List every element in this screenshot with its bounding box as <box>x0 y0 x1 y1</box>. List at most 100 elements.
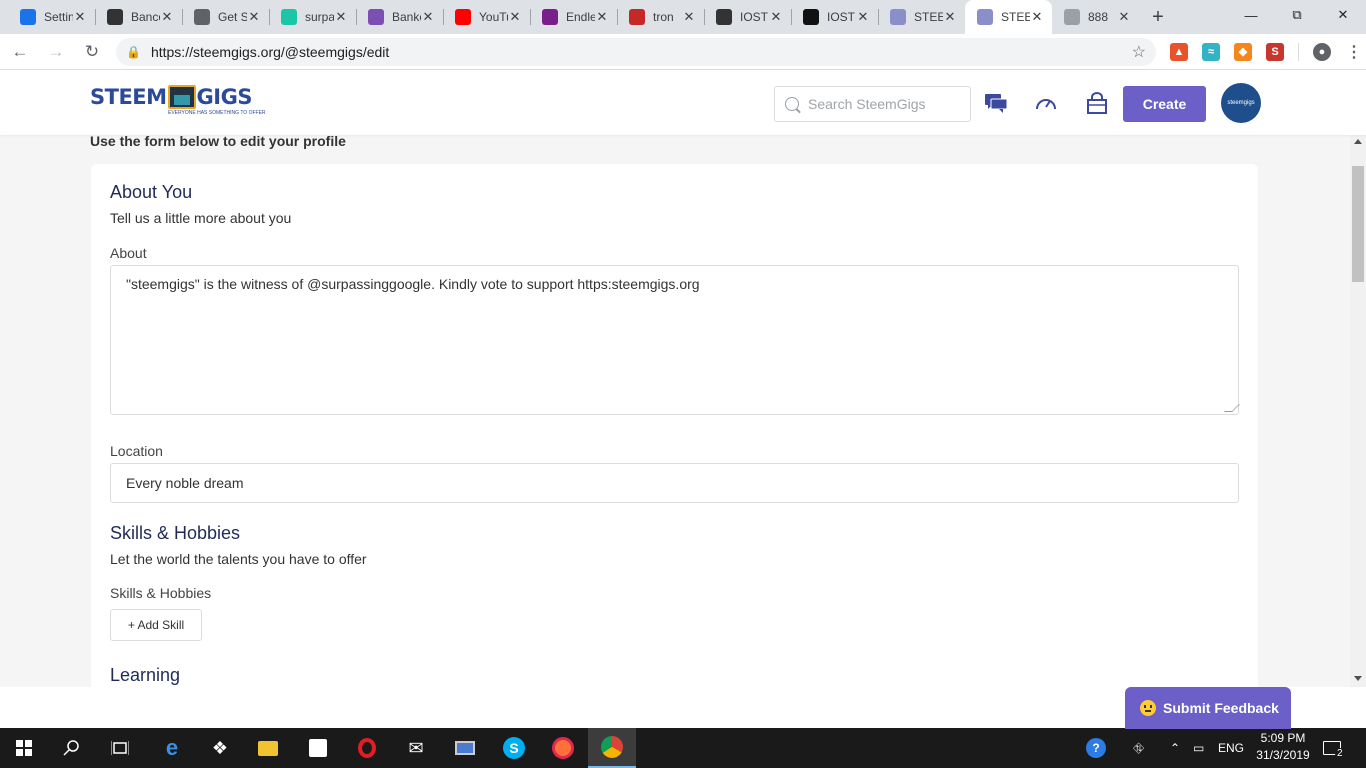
browser-tab[interactable]: surpassing✕ <box>269 0 356 34</box>
file-explorer-icon[interactable] <box>244 728 292 768</box>
tab-title: Bankera <box>392 10 421 24</box>
close-window-button[interactable]: ✕ <box>1320 0 1366 30</box>
link-extension-icon[interactable]: ≈ <box>1202 42 1220 61</box>
tab-title: Bancor <box>131 10 160 24</box>
about-you-heading: About You <box>110 182 193 202</box>
tab-title: 888 <box>1088 10 1109 24</box>
search-input[interactable] <box>808 96 958 112</box>
close-tab-icon[interactable]: ✕ <box>334 9 348 25</box>
steemgigs-logo[interactable]: STEEM GIGS EVERYONE HAS SOMETHING TO OFF… <box>90 85 266 116</box>
submit-feedback-button[interactable]: Submit Feedback <box>1125 687 1291 729</box>
scrollbar-thumb[interactable] <box>1352 166 1364 282</box>
browser-tab[interactable]: Bancor✕ <box>95 0 182 34</box>
lock-icon[interactable]: 🔒 <box>126 45 141 59</box>
about-textarea[interactable]: "steemgigs" is the witness of @surpassin… <box>110 265 1240 415</box>
steem-icon <box>890 9 906 25</box>
firefox-icon[interactable] <box>539 728 587 768</box>
back-button[interactable]: ← <box>4 36 36 68</box>
chat-icon[interactable] <box>984 92 1008 114</box>
location-input[interactable]: Every noble dream <box>110 463 1239 503</box>
create-button[interactable]: Create <box>1123 86 1206 122</box>
browser-tab[interactable]: Get Steem✕ <box>182 0 269 34</box>
close-tab-icon[interactable]: ✕ <box>160 9 174 25</box>
browser-tab[interactable]: IOST ✕ <box>704 0 791 34</box>
avatar[interactable]: steemgigs <box>1221 83 1261 123</box>
bookmark-star-icon[interactable]: ☆ <box>1132 42 1146 62</box>
mail-icon[interactable]: ✉ <box>392 728 440 768</box>
network-app-icon[interactable] <box>441 728 489 768</box>
search-box[interactable] <box>774 86 971 122</box>
browser-tab[interactable]: tron ✕ <box>617 0 704 34</box>
scroll-up-arrow-icon[interactable] <box>1354 139 1362 144</box>
skype-icon[interactable]: S <box>490 728 538 768</box>
extensions: ▲ ≈ ◆ S ● ⋮ <box>1170 42 1363 61</box>
skills-subtitle: Let the world the talents you have to of… <box>110 551 367 567</box>
iost-icon <box>716 9 732 25</box>
tab-title: surpassing <box>305 10 334 24</box>
scroll-down-arrow-icon[interactable] <box>1354 676 1362 681</box>
reload-button[interactable]: ↻ <box>76 36 108 68</box>
minimize-button[interactable]: — <box>1228 0 1274 30</box>
page-scrollbar[interactable] <box>1350 135 1366 687</box>
close-tab-icon[interactable]: ✕ <box>1030 9 1044 25</box>
gear-icon <box>20 9 36 25</box>
menu-kebab-icon[interactable]: ⋮ <box>1345 43 1363 61</box>
url-text[interactable]: https://steemgigs.org/@steemgigs/edit <box>151 44 1132 60</box>
tab-title: IOST <box>740 10 769 24</box>
task-view-icon[interactable] <box>96 728 144 768</box>
brave-extension-icon[interactable]: ▲ <box>1170 42 1188 61</box>
flag-icon <box>629 9 645 25</box>
close-tab-icon[interactable]: ✕ <box>1117 9 1131 25</box>
address-bar[interactable]: 🔒 https://steemgigs.org/@steemgigs/edit … <box>116 37 1156 66</box>
help-icon[interactable]: ? <box>1086 728 1106 768</box>
profile-icon[interactable]: ● <box>1313 42 1331 61</box>
close-tab-icon[interactable]: ✕ <box>73 9 87 25</box>
skills-label: Skills & Hobbies <box>110 585 212 601</box>
submit-feedback-label: Submit Feedback <box>1163 700 1279 716</box>
bancor-icon <box>107 9 123 25</box>
tab-title: IOST <box>827 10 856 24</box>
store-icon[interactable] <box>294 728 342 768</box>
close-tab-icon[interactable]: ✕ <box>856 9 870 25</box>
opera-icon[interactable] <box>343 728 391 768</box>
resize-grip-icon[interactable] <box>1224 404 1240 412</box>
shopping-bag-icon[interactable] <box>1085 92 1109 114</box>
close-tab-icon[interactable]: ✕ <box>421 9 435 25</box>
browser-tab[interactable]: STEEM✕ <box>878 0 965 34</box>
browser-tab[interactable]: Settings✕ <box>8 0 95 34</box>
metamask-fox-icon[interactable]: ◆ <box>1234 42 1252 61</box>
browser-tab[interactable]: STEEM✕ <box>965 0 1052 34</box>
windows-start-icon[interactable] <box>0 728 48 768</box>
close-tab-icon[interactable]: ✕ <box>247 9 261 25</box>
tab-title: tron <box>653 10 674 24</box>
language-indicator[interactable]: ENG <box>1218 728 1244 768</box>
close-tab-icon[interactable]: ✕ <box>943 9 957 25</box>
browser-tab[interactable]: Bankera✕ <box>356 0 443 34</box>
clock[interactable]: 5:09 PM 31/3/2019 <box>1255 730 1311 764</box>
chrome-icon[interactable] <box>588 728 636 768</box>
forward-button[interactable]: → <box>40 36 72 68</box>
browser-tab[interactable]: IOST ✕ <box>791 0 878 34</box>
edge-icon[interactable]: e <box>148 728 196 768</box>
add-skill-button[interactable]: + Add Skill <box>110 609 202 641</box>
browser-tab[interactable]: 888 ✕ <box>1052 0 1139 34</box>
dashboard-gauge-icon[interactable] <box>1034 92 1058 114</box>
circle-icon <box>281 9 297 25</box>
close-tab-icon[interactable]: ✕ <box>682 9 696 25</box>
close-tab-icon[interactable]: ✕ <box>595 9 609 25</box>
browser-tab[interactable]: Endless✕ <box>530 0 617 34</box>
people-icon[interactable]: ⛗ <box>1133 728 1144 768</box>
close-tab-icon[interactable]: ✕ <box>508 9 522 25</box>
new-tab-button[interactable]: + <box>1139 0 1177 34</box>
search-icon[interactable] <box>48 728 96 768</box>
dropbox-icon[interactable]: ❖ <box>196 728 244 768</box>
browser-tab[interactable]: YouTube✕ <box>443 0 530 34</box>
battery-icon[interactable]: ▭ <box>1193 728 1204 768</box>
restore-button[interactable]: ⧉ <box>1274 0 1320 30</box>
tab-strip: Settings✕Bancor✕Get Steem✕surpassing✕Ban… <box>8 0 1139 34</box>
clock-date: 31/3/2019 <box>1256 748 1310 762</box>
close-tab-icon[interactable]: ✕ <box>769 9 783 25</box>
chevron-up-icon[interactable]: ⌃ <box>1170 728 1180 768</box>
steem-extension-icon[interactable]: S <box>1266 42 1284 61</box>
action-center-icon[interactable]: 2 <box>1323 728 1345 768</box>
